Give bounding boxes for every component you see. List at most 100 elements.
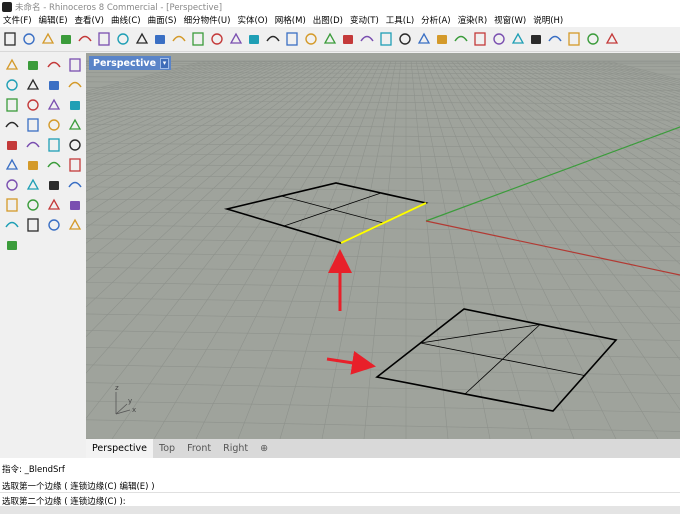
grid-icon[interactable] (45, 196, 63, 214)
shade-icon[interactable] (66, 216, 84, 234)
menu-render[interactable]: 渲染(R) (455, 14, 492, 26)
zoom-selected-icon[interactable] (265, 31, 281, 47)
import-icon[interactable] (77, 31, 93, 47)
arc-icon[interactable] (24, 76, 42, 94)
cut-icon[interactable] (96, 31, 112, 47)
color-wheel-icon[interactable] (453, 31, 469, 47)
gumball-icon[interactable] (566, 31, 582, 47)
circle-tool-icon[interactable] (3, 76, 21, 94)
points-icon[interactable] (378, 31, 394, 47)
menu-tools[interactable]: 工具(L) (383, 14, 418, 26)
axis-widget: z x y (115, 384, 136, 415)
menu-file[interactable]: 文件(F) (0, 14, 36, 26)
polygon-icon[interactable] (66, 76, 84, 94)
group-icon[interactable] (3, 156, 21, 174)
save-icon[interactable] (40, 31, 56, 47)
menu-subd[interactable]: 细分物件(U) (181, 14, 235, 26)
check-icon[interactable] (24, 216, 42, 234)
edit-points-icon[interactable] (66, 96, 84, 114)
open-icon[interactable] (21, 31, 37, 47)
copy-icon[interactable] (115, 31, 131, 47)
menu-surface[interactable]: 曲面(S) (145, 14, 181, 26)
curve-icon[interactable] (66, 56, 84, 74)
menu-view[interactable]: 查看(V) (72, 14, 108, 26)
osnap-icon[interactable] (359, 31, 375, 47)
menu-mesh[interactable]: 网格(M) (272, 14, 310, 26)
menu-curve[interactable]: 曲线(C) (108, 14, 145, 26)
tab-perspective[interactable]: Perspective (86, 439, 154, 458)
menu-edit[interactable]: 编辑(E) (36, 14, 72, 26)
light-icon[interactable] (397, 31, 413, 47)
zoom-icon[interactable] (209, 31, 225, 47)
paste-icon[interactable] (134, 31, 150, 47)
polyline-icon[interactable] (45, 56, 63, 74)
properties-icon[interactable] (528, 31, 544, 47)
analyze-icon[interactable] (3, 216, 21, 234)
menu-dimension[interactable]: 出图(D) (310, 14, 347, 26)
viewport-title[interactable]: Perspective ▾ (89, 56, 172, 70)
add-viewport-tab-icon[interactable]: ⊕ (254, 439, 274, 458)
material-icon[interactable] (434, 31, 450, 47)
text-icon[interactable] (3, 176, 21, 194)
explode-icon[interactable] (24, 136, 42, 154)
menu-panels[interactable]: 视窗(W) (491, 14, 530, 26)
offset-icon[interactable] (45, 96, 63, 114)
viewport-scene[interactable]: z x y (86, 53, 680, 439)
standard-toolbar (0, 27, 680, 52)
left-toolbar (0, 55, 86, 265)
surface-icon[interactable] (66, 116, 84, 134)
new-file-icon[interactable] (2, 31, 18, 47)
pan-icon[interactable] (171, 31, 187, 47)
menu-solid[interactable]: 实体(O) (234, 14, 271, 26)
sphere-tool-icon[interactable] (24, 116, 42, 134)
tab-top[interactable]: Top (153, 439, 181, 458)
menu-analyze[interactable]: 分析(A) (418, 14, 454, 26)
annotation-icon[interactable] (66, 196, 84, 214)
undo-icon[interactable] (152, 31, 168, 47)
hatch-icon[interactable] (24, 196, 42, 214)
viewport-title-label: Perspective (93, 57, 157, 69)
menu-help[interactable]: 说明(H) (530, 14, 567, 26)
point-icon[interactable] (24, 56, 42, 74)
boolean-icon[interactable] (3, 136, 21, 154)
sphere-icon[interactable] (510, 31, 526, 47)
viewport-dropdown-icon[interactable]: ▾ (160, 57, 170, 69)
zoom-extents-icon[interactable] (246, 31, 262, 47)
globe-icon[interactable] (585, 31, 601, 47)
gear-icon[interactable] (547, 31, 563, 47)
fillet-curve-icon[interactable] (24, 96, 42, 114)
tab-front[interactable]: Front (181, 439, 217, 458)
layout-icon[interactable] (66, 176, 84, 194)
cylinder-icon[interactable] (45, 116, 63, 134)
mesh-icon[interactable] (3, 196, 21, 214)
blend-icon[interactable] (24, 156, 42, 174)
lock-icon[interactable] (416, 31, 432, 47)
loft-icon[interactable] (66, 136, 84, 154)
rotate-view-icon[interactable] (190, 31, 206, 47)
render-tool-icon[interactable] (3, 236, 21, 254)
construction-grid (86, 60, 680, 439)
tab-right[interactable]: Right (217, 439, 254, 458)
fillet-surface-icon[interactable] (66, 156, 84, 174)
curvature-icon[interactable] (45, 216, 63, 234)
extrude-icon[interactable] (45, 136, 63, 154)
rectangle-icon[interactable] (45, 76, 63, 94)
ellipse-icon[interactable] (3, 96, 21, 114)
car-icon[interactable] (322, 31, 338, 47)
dimension-icon[interactable] (24, 176, 42, 194)
command-history-line-2: 选取第一个边缘 ( 连锁边缘(C) 编辑(E) ) (2, 482, 155, 492)
render-icon[interactable] (491, 31, 507, 47)
box-icon[interactable] (3, 116, 21, 134)
help-icon[interactable] (604, 31, 620, 47)
rebuild-icon[interactable] (45, 156, 63, 174)
select-icon[interactable] (3, 56, 21, 74)
print-icon[interactable] (58, 31, 74, 47)
zoom-window-icon[interactable] (228, 31, 244, 47)
undo-view-icon[interactable] (284, 31, 300, 47)
circle-icon[interactable] (472, 31, 488, 47)
menu-transform[interactable]: 变动(T) (347, 14, 383, 26)
surface-2[interactable] (375, 308, 618, 412)
car-2-icon[interactable] (340, 31, 356, 47)
four-viewports-icon[interactable] (303, 31, 319, 47)
array-icon[interactable] (45, 176, 63, 194)
